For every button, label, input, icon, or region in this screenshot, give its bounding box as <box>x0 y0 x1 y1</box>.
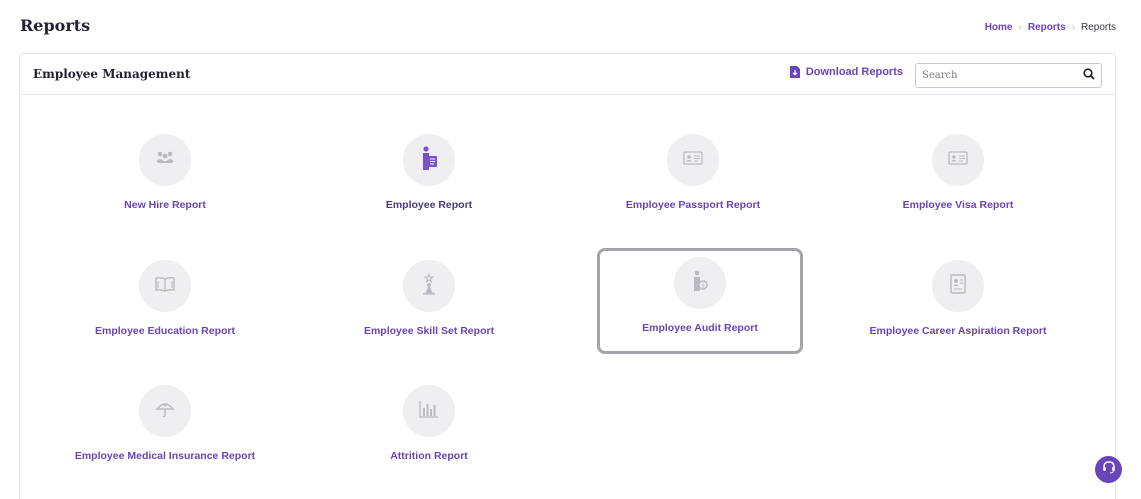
report-tile-audit[interactable]: $ Employee Audit Report <box>597 248 803 354</box>
tile-label: Employee Medical Insurance Report <box>74 450 256 462</box>
tile-label: Attrition Report <box>390 450 468 462</box>
report-tile-employee[interactable]: Employee Report <box>326 127 532 233</box>
tile-icon-circle <box>139 385 191 437</box>
report-tile-visa[interactable]: Employee Visa Report <box>855 127 1061 233</box>
chevron-right-icon: › <box>1071 22 1075 33</box>
tile-icon-circle <box>403 134 455 186</box>
card-header: Employee Management Download Reports <box>20 54 1115 95</box>
breadcrumb: Home › Reports › Reports <box>985 22 1116 33</box>
download-reports-button[interactable]: Download Reports <box>789 66 903 78</box>
tile-icon-circle <box>932 134 984 186</box>
bar-chart-icon <box>419 400 439 423</box>
tile-label: Employee Skill Set Report <box>363 325 495 337</box>
tile-icon-circle: $ <box>674 257 726 309</box>
open-book-icon <box>154 276 176 297</box>
page-title: Reports <box>20 16 91 35</box>
tile-icon-circle <box>403 385 455 437</box>
tile-label: Employee Career Aspiration Report <box>869 325 1047 337</box>
tile-label: Employee Education Report <box>94 325 236 337</box>
tile-icon-circle <box>667 134 719 186</box>
report-tile-skill-set[interactable]: Employee Skill Set Report <box>326 253 532 359</box>
search-icon[interactable] <box>1083 67 1095 85</box>
file-download-icon <box>789 66 800 78</box>
svg-text:$: $ <box>701 282 705 289</box>
chevron-right-icon: › <box>1018 22 1022 33</box>
tile-icon-circle <box>139 260 191 312</box>
tile-label: New Hire Report <box>124 199 206 211</box>
tile-label: Employee Report <box>385 199 473 211</box>
card-title: Employee Management <box>33 67 191 81</box>
tile-label: Employee Passport Report <box>625 199 761 211</box>
breadcrumb-home[interactable]: Home <box>985 22 1013 33</box>
tile-icon-circle <box>403 260 455 312</box>
tile-label: Employee Visa Report <box>902 199 1014 211</box>
report-tile-career-aspiration[interactable]: Employee Career Aspiration Report <box>855 253 1061 359</box>
person-coin-icon: $ <box>691 270 709 297</box>
report-tile-new-hire[interactable]: New Hire Report <box>62 127 268 233</box>
tile-label: Employee Audit Report <box>642 322 758 334</box>
id-card-icon <box>683 150 703 170</box>
person-document-icon <box>420 145 438 175</box>
umbrella-icon <box>155 399 175 424</box>
tile-icon-circle <box>932 260 984 312</box>
download-reports-label: Download Reports <box>805 66 903 78</box>
report-tile-medical-insurance[interactable]: Employee Medical Insurance Report <box>62 378 268 484</box>
award-figure-icon <box>421 271 437 300</box>
report-tile-passport[interactable]: Employee Passport Report <box>590 127 796 233</box>
tile-icon-circle <box>139 134 191 186</box>
search-box <box>915 63 1102 88</box>
breadcrumb-reports[interactable]: Reports <box>1028 22 1066 33</box>
profile-document-icon <box>950 273 966 299</box>
report-tile-attrition[interactable]: Attrition Report <box>326 378 532 484</box>
report-tile-education[interactable]: Employee Education Report <box>62 253 268 359</box>
people-group-icon <box>154 150 176 171</box>
id-card-icon <box>948 150 968 170</box>
breadcrumb-current: Reports <box>1080 22 1116 33</box>
support-chat-button[interactable] <box>1095 456 1122 483</box>
headset-icon <box>1102 460 1116 479</box>
search-input[interactable] <box>922 70 1083 81</box>
